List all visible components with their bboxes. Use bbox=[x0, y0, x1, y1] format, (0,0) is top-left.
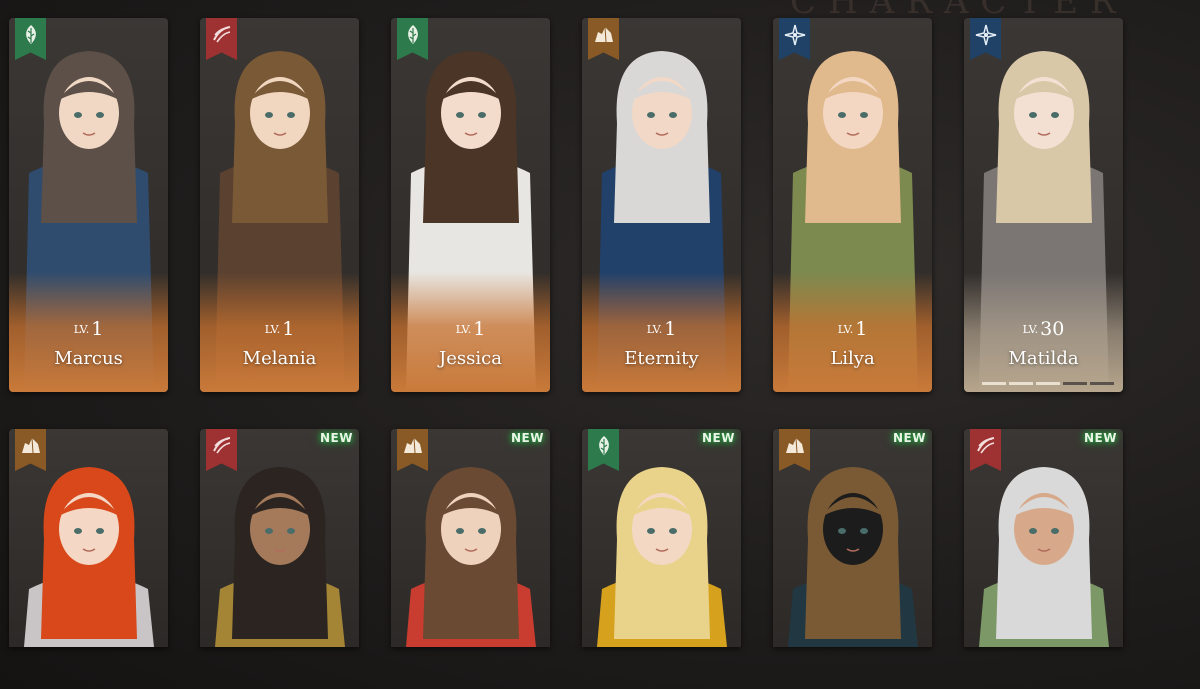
character-card-row2-5[interactable]: NEW bbox=[773, 429, 932, 647]
progress-segment bbox=[982, 382, 1006, 385]
character-card-row2-4[interactable]: NEW bbox=[582, 429, 741, 647]
character-level: LV. 1 bbox=[773, 318, 932, 340]
character-card-matilda[interactable]: LV. 30 Matilda bbox=[964, 18, 1123, 392]
level-prefix: LV. bbox=[837, 323, 854, 336]
character-grid: LV. 1 Marcus LV. 1 Melania LV. 1 Jessica LV. 1 E… bbox=[9, 18, 1123, 647]
character-card-row2-3[interactable]: NEW bbox=[391, 429, 550, 647]
character-card-row2-1[interactable] bbox=[9, 429, 168, 647]
new-badge: NEW bbox=[320, 431, 353, 445]
level-prefix: LV. bbox=[455, 323, 472, 336]
progress-segment bbox=[1036, 382, 1060, 385]
new-badge: NEW bbox=[893, 431, 926, 445]
progress-segment bbox=[1090, 382, 1114, 385]
character-card-marcus[interactable]: LV. 1 Marcus bbox=[9, 18, 168, 392]
character-card-eternity[interactable]: LV. 1 Eternity bbox=[582, 18, 741, 392]
level-prefix: LV. bbox=[264, 323, 281, 336]
character-card-row2-2[interactable]: NEW bbox=[200, 429, 359, 647]
character-level: LV. 1 bbox=[200, 318, 359, 340]
progress-segment bbox=[1009, 382, 1033, 385]
character-card-row2-6[interactable]: NEW bbox=[964, 429, 1123, 647]
star-progress-bar bbox=[982, 382, 1114, 385]
new-badge: NEW bbox=[1084, 431, 1117, 445]
level-prefix: LV. bbox=[646, 323, 663, 336]
level-value: 1 bbox=[282, 318, 295, 340]
new-badge: NEW bbox=[702, 431, 735, 445]
character-level: LV. 30 bbox=[964, 318, 1123, 340]
level-value: 1 bbox=[664, 318, 677, 340]
character-name: Lilya bbox=[830, 348, 875, 369]
level-value: 30 bbox=[1040, 318, 1065, 340]
character-name: Marcus bbox=[54, 348, 123, 369]
level-value: 1 bbox=[91, 318, 104, 340]
character-level: LV. 1 bbox=[9, 318, 168, 340]
level-value: 1 bbox=[855, 318, 868, 340]
character-name: Melania bbox=[242, 348, 317, 369]
level-prefix: LV. bbox=[1022, 323, 1039, 336]
character-card-jessica[interactable]: LV. 1 Jessica bbox=[391, 18, 550, 392]
character-name: Matilda bbox=[1008, 348, 1079, 369]
character-name: Eternity bbox=[624, 348, 699, 369]
character-level: LV. 1 bbox=[582, 318, 741, 340]
progress-segment bbox=[1063, 382, 1087, 385]
level-value: 1 bbox=[473, 318, 486, 340]
new-badge: NEW bbox=[511, 431, 544, 445]
level-prefix: LV. bbox=[73, 323, 90, 336]
character-level: LV. 1 bbox=[391, 318, 550, 340]
character-name: Jessica bbox=[439, 348, 502, 369]
character-card-lilya[interactable]: LV. 1 Lilya bbox=[773, 18, 932, 392]
character-card-melania[interactable]: LV. 1 Melania bbox=[200, 18, 359, 392]
